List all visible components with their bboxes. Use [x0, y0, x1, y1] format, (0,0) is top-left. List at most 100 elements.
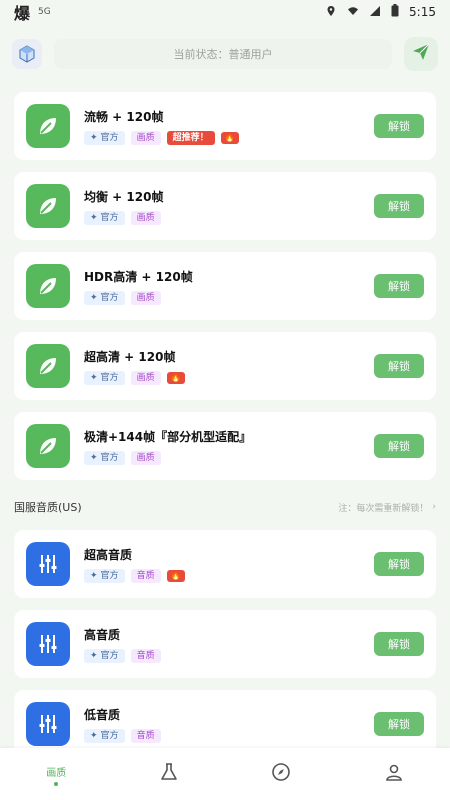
signal-icon: [369, 5, 381, 20]
official-tag-label: 官方: [100, 570, 119, 581]
bottom-navigation: 画质: [0, 748, 450, 800]
battery-icon: [391, 4, 399, 20]
leaf-icon: [26, 344, 70, 388]
tag-group: ✦ 官方 音质: [84, 728, 374, 743]
send-button[interactable]: [404, 37, 438, 71]
fire-icon: 🔥: [166, 569, 185, 582]
tag-group: ✦ 官方 画质: [84, 290, 374, 305]
tag-group: ✦ 官方 画质 🔥: [84, 370, 374, 385]
card-info: 高音质 ✦ 官方 音质: [84, 626, 374, 663]
leaf-icon: [26, 104, 70, 148]
nav-profile[interactable]: [374, 762, 414, 786]
unlock-button[interactable]: 解锁: [374, 274, 424, 298]
equalizer-icon: [26, 542, 70, 586]
official-tag-label: 官方: [100, 730, 119, 741]
unlock-button[interactable]: 解锁: [374, 194, 424, 218]
active-indicator: [54, 782, 59, 786]
official-tag-label: 官方: [100, 132, 119, 143]
official-tag: ✦ 官方: [84, 130, 125, 145]
leaf-icon: [26, 184, 70, 228]
equalizer-icon: [26, 702, 70, 746]
card-title: 超高清 + 120帧: [84, 349, 176, 364]
official-shield-icon: ✦: [90, 570, 98, 581]
card-title: 低音质: [84, 707, 121, 722]
status-bar: 爆 5G 5:15: [0, 0, 450, 24]
official-tag-label: 官方: [100, 650, 119, 661]
official-shield-icon: ✦: [90, 132, 98, 143]
official-shield-icon: ✦: [90, 292, 98, 303]
type-tag: 画质: [130, 450, 161, 465]
card-title: HDR高清 + 120帧: [84, 269, 193, 284]
card-info: 流畅 + 120帧 ✦ 官方 画质 超推荐！ 🔥: [84, 108, 374, 145]
nav-discover[interactable]: [261, 762, 301, 786]
flask-icon: [159, 762, 179, 786]
quality-card: 流畅 + 120帧 ✦ 官方 画质 超推荐！ 🔥 解锁: [14, 92, 436, 160]
leaf-icon: [26, 424, 70, 468]
official-tag-label: 官方: [100, 372, 119, 383]
unlock-button[interactable]: 解锁: [374, 632, 424, 656]
network-label: 5G: [38, 7, 51, 17]
section-note[interactable]: 注：每次需重新解锁！ ›: [338, 501, 436, 514]
audio-list: 超高音质 ✦ 官方 音质 🔥 解锁 高音质 ✦ 官方 音质 解锁 低音质 ✦ 官…: [14, 530, 436, 770]
fire-icon: 🔥: [220, 131, 239, 144]
tag-group: ✦ 官方 音质: [84, 648, 374, 663]
tag-group: ✦ 官方 画质: [84, 210, 374, 225]
tag-group: ✦ 官方 音质 🔥: [84, 568, 374, 583]
unlock-button[interactable]: 解锁: [374, 354, 424, 378]
nav-quality[interactable]: 画质: [36, 762, 76, 786]
unlock-button[interactable]: 解锁: [374, 114, 424, 138]
card-title: 流畅 + 120帧: [84, 109, 164, 124]
location-icon: [325, 5, 337, 20]
official-shield-icon: ✦: [90, 452, 98, 463]
wifi-icon: [347, 5, 359, 20]
quality-card: 均衡 + 120帧 ✦ 官方 画质 解锁: [14, 172, 436, 240]
card-title: 超高音质: [84, 547, 133, 562]
quality-card: HDR高清 + 120帧 ✦ 官方 画质 解锁: [14, 252, 436, 320]
official-tag: ✦ 官方: [84, 568, 125, 583]
chevron-right-icon: ›: [432, 502, 436, 512]
official-tag: ✦ 官方: [84, 210, 125, 225]
recommend-tag: 超推荐！: [166, 130, 215, 145]
unlock-button[interactable]: 解锁: [374, 712, 424, 736]
app-cube-icon[interactable]: [12, 39, 42, 69]
tag-group: ✦ 官方 画质 超推荐！ 🔥: [84, 130, 374, 145]
card-info: 超高清 + 120帧 ✦ 官方 画质 🔥: [84, 348, 374, 385]
type-tag: 音质: [130, 648, 161, 663]
user-status-field: 当前状态：普通用户: [54, 39, 392, 69]
type-tag: 音质: [130, 568, 161, 583]
official-tag-label: 官方: [100, 292, 119, 303]
type-tag: 画质: [130, 130, 161, 145]
status-left: 爆 5G: [14, 0, 51, 24]
paper-plane-icon: [412, 43, 430, 65]
unlock-button[interactable]: 解锁: [374, 434, 424, 458]
nav-lab[interactable]: [149, 762, 189, 786]
official-shield-icon: ✦: [90, 650, 98, 661]
tag-group: ✦ 官方 画质: [84, 450, 374, 465]
compass-icon: [271, 762, 291, 786]
card-title: 均衡 + 120帧: [84, 189, 164, 204]
official-tag: ✦ 官方: [84, 290, 125, 305]
quality-card: 极清+144帧『部分机型适配』 ✦ 官方 画质 解锁: [14, 412, 436, 480]
card-info: HDR高清 + 120帧 ✦ 官方 画质: [84, 268, 374, 305]
fire-icon: 🔥: [166, 371, 185, 384]
top-bar: 当前状态：普通用户: [12, 36, 438, 72]
type-tag: 画质: [130, 290, 161, 305]
audio-card: 高音质 ✦ 官方 音质 解锁: [14, 610, 436, 678]
card-title: 极清+144帧『部分机型适配』: [84, 429, 252, 444]
official-tag: ✦ 官方: [84, 728, 125, 743]
card-title: 高音质: [84, 627, 121, 642]
card-info: 均衡 + 120帧 ✦ 官方 画质: [84, 188, 374, 225]
official-shield-icon: ✦: [90, 212, 98, 223]
official-tag: ✦ 官方: [84, 450, 125, 465]
unlock-button[interactable]: 解锁: [374, 552, 424, 576]
quality-card: 超高清 + 120帧 ✦ 官方 画质 🔥 解锁: [14, 332, 436, 400]
type-tag: 画质: [130, 210, 161, 225]
type-tag: 音质: [130, 728, 161, 743]
card-info: 低音质 ✦ 官方 音质: [84, 706, 374, 743]
official-tag: ✦ 官方: [84, 648, 125, 663]
audio-section-header: 国服音质(US) 注：每次需重新解锁！ ›: [14, 498, 436, 516]
official-tag-label: 官方: [100, 452, 119, 463]
official-tag-label: 官方: [100, 212, 119, 223]
equalizer-icon: [26, 622, 70, 666]
clock-time: 5:15: [409, 5, 436, 19]
